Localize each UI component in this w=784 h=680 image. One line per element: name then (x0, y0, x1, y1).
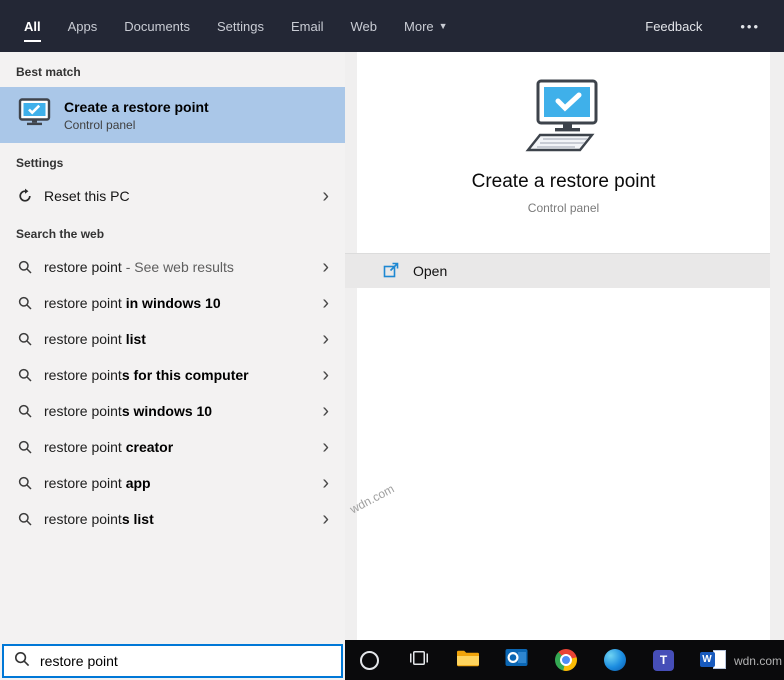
taskbar: T W wdn.com (345, 640, 784, 680)
search-icon (16, 368, 34, 382)
preview-title: Create a restore point (471, 171, 656, 192)
chevron-right-icon[interactable]: › (316, 365, 335, 385)
best-match-title: Create a restore point (64, 98, 209, 115)
chevron-right-icon[interactable]: › (316, 473, 335, 493)
web-suggestion-row[interactable]: restore points windows 10 › (0, 393, 345, 429)
suggestion-text: restore points for this computer (44, 367, 249, 383)
more-options-icon[interactable]: ••• (740, 19, 760, 34)
taskbar-cortana-button[interactable] (345, 640, 394, 680)
taskbar-teams-button[interactable]: T (639, 640, 688, 680)
search-icon (16, 440, 34, 454)
open-label: Open (413, 263, 448, 279)
teams-icon: T (653, 649, 674, 671)
cortana-icon (360, 650, 379, 670)
chevron-right-icon[interactable]: › (316, 293, 335, 313)
suggestion-text: restore point in windows 10 (44, 295, 221, 311)
word-tile-shape: W (699, 652, 715, 667)
results-panel: Best match Create a restore point Contro… (0, 52, 345, 680)
filter-tabs: All Apps Documents Settings Email Web Mo… (24, 0, 448, 52)
word-icon: W (699, 649, 726, 671)
open-action[interactable]: Open (345, 253, 770, 288)
taskbar-file-explorer-button[interactable] (443, 640, 492, 680)
task-view-icon (409, 648, 429, 673)
tab-more[interactable]: More ▼ (404, 0, 448, 52)
tab-email[interactable]: Email (291, 0, 324, 52)
suggestion-text: restore point list (44, 331, 146, 347)
taskbar-outlook-button[interactable] (492, 640, 541, 680)
tab-apps[interactable]: Apps (68, 0, 98, 52)
suggestion-text: restore point creator (44, 439, 174, 455)
best-match-text: Create a restore point Control panel (64, 99, 209, 132)
taskbar-chrome-button[interactable] (541, 640, 590, 680)
edge-icon (603, 649, 626, 671)
chevron-down-icon: ▼ (438, 21, 448, 31)
tab-more-label: More (404, 18, 434, 34)
web-suggestion-row[interactable]: restore point in windows 10 › (0, 285, 345, 321)
open-icon (383, 262, 399, 281)
search-header: All Apps Documents Settings Email Web Mo… (0, 0, 784, 52)
settings-result-reset-pc[interactable]: Reset this PC › (0, 178, 345, 214)
best-match-header: Best match (16, 65, 81, 79)
tab-web[interactable]: Web (351, 0, 378, 52)
feedback-button[interactable]: Feedback (645, 19, 702, 34)
preview-card: Create a restore point Control panel (357, 52, 770, 640)
preview-pane: Create a restore point Control panel Ope… (345, 52, 784, 640)
watermark: wdn.com (733, 654, 782, 668)
suggestion-text: restore points list (44, 511, 154, 527)
result-label: Reset this PC (44, 188, 130, 204)
search-icon (16, 476, 34, 490)
search-the-web-header: Search the web (16, 227, 105, 241)
web-suggestion-row[interactable]: restore point list › (0, 321, 345, 357)
best-match-result[interactable]: Create a restore point Control panel (0, 87, 345, 143)
header-actions: Feedback ••• (645, 0, 760, 52)
settings-header: Settings (16, 156, 64, 170)
restore-point-icon-large (514, 78, 614, 163)
taskbar-word-button[interactable]: W (688, 640, 737, 680)
taskbar-task-view-button[interactable] (394, 640, 443, 680)
chevron-right-icon[interactable]: › (316, 437, 335, 457)
suggestion-text: restore points windows 10 (44, 403, 213, 419)
search-icon (16, 332, 34, 346)
taskbar-search-box[interactable] (2, 644, 343, 678)
web-suggestion-row[interactable]: restore point - See web results › (0, 249, 345, 285)
chevron-right-icon[interactable]: › (316, 186, 335, 206)
search-input[interactable] (40, 653, 331, 669)
search-icon (14, 651, 30, 672)
tab-settings[interactable]: Settings (217, 0, 264, 52)
preview-subtitle: Control panel (527, 201, 600, 215)
chrome-icon (554, 649, 577, 671)
best-match-subtitle: Control panel (64, 117, 136, 132)
suggestion-text: restore point app (44, 475, 151, 491)
outlook-icon (505, 647, 528, 673)
chevron-right-icon[interactable]: › (316, 329, 335, 349)
web-suggestion-row[interactable]: restore points list › (0, 501, 345, 537)
search-icon (16, 296, 34, 310)
tab-all[interactable]: All (24, 0, 41, 52)
chevron-right-icon[interactable]: › (316, 257, 335, 277)
reset-pc-icon (16, 188, 34, 204)
tab-documents[interactable]: Documents (124, 0, 190, 52)
web-suggestion-row[interactable]: restore point creator › (0, 429, 345, 465)
chevron-right-icon[interactable]: › (316, 401, 335, 421)
suggestion-text: restore point - See web results (44, 259, 234, 275)
web-suggestion-row[interactable]: restore point app › (0, 465, 345, 501)
file-explorer-icon (456, 648, 480, 673)
chevron-right-icon[interactable]: › (316, 509, 335, 529)
search-icon (16, 404, 34, 418)
search-icon (16, 260, 34, 274)
search-icon (16, 512, 34, 526)
restore-point-icon (16, 97, 52, 133)
taskbar-edge-button[interactable] (590, 640, 639, 680)
web-suggestion-row[interactable]: restore points for this computer › (0, 357, 345, 393)
